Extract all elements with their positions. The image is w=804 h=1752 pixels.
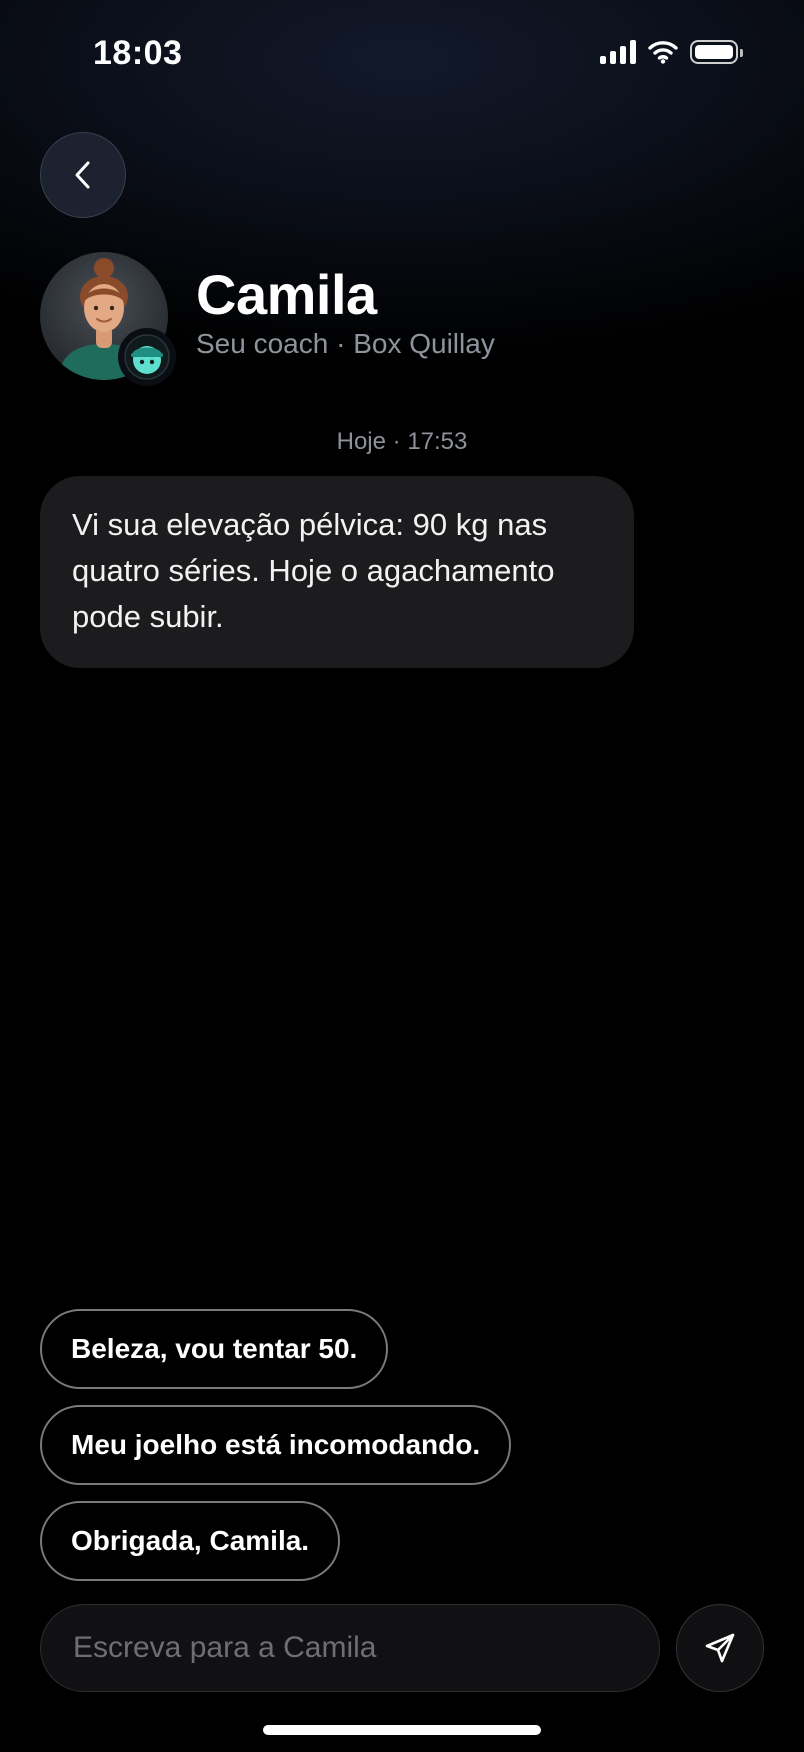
send-icon [705, 1633, 735, 1663]
incoming-message-bubble: Vi sua elevação pélvica: 90 kg nas quatr… [40, 476, 634, 668]
home-indicator [263, 1725, 541, 1735]
battery-icon [690, 40, 743, 64]
message-input[interactable] [71, 1630, 629, 1666]
contact-subtitle: Seu coach · Box Quillay [196, 328, 495, 359]
message-timestamp: Hoje · 17:53 [336, 428, 468, 455]
quick-reply-button[interactable]: Beleza, vou tentar 50. [40, 1309, 389, 1389]
wifi-icon [648, 41, 678, 64]
contact-name: Camila [196, 263, 377, 326]
message-composer [40, 1604, 660, 1692]
status-icons [600, 40, 743, 64]
cellular-signal-icon [600, 40, 636, 64]
send-button[interactable] [676, 1604, 764, 1692]
chevron-left-icon [75, 161, 90, 189]
quick-reply-button[interactable]: Meu joelho está incomodando. [40, 1405, 512, 1485]
quick-reply-button[interactable]: Obrigada, Camila. [40, 1501, 341, 1581]
status-time: 18:03 [93, 34, 183, 72]
back-button[interactable] [40, 132, 126, 218]
coach-badge-icon [118, 328, 176, 386]
chat-screen: 18:03 Camila Seu coach · Box Quillay Hoj… [0, 0, 804, 1752]
